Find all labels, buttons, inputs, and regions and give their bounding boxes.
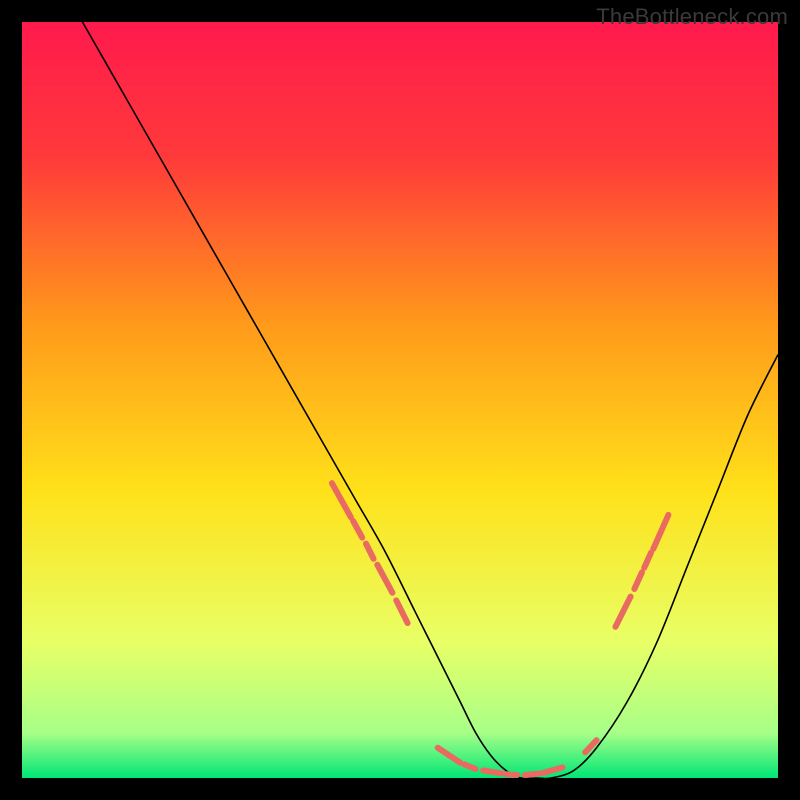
chart-svg [22,22,778,778]
congested-segment [464,764,475,769]
bottleneck-chart [22,22,778,778]
watermark-text: TheBottleneck.com [596,4,788,30]
congested-segment [506,774,517,775]
congested-segment [525,773,540,775]
congested-segment [483,770,502,773]
chart-background [22,22,778,778]
